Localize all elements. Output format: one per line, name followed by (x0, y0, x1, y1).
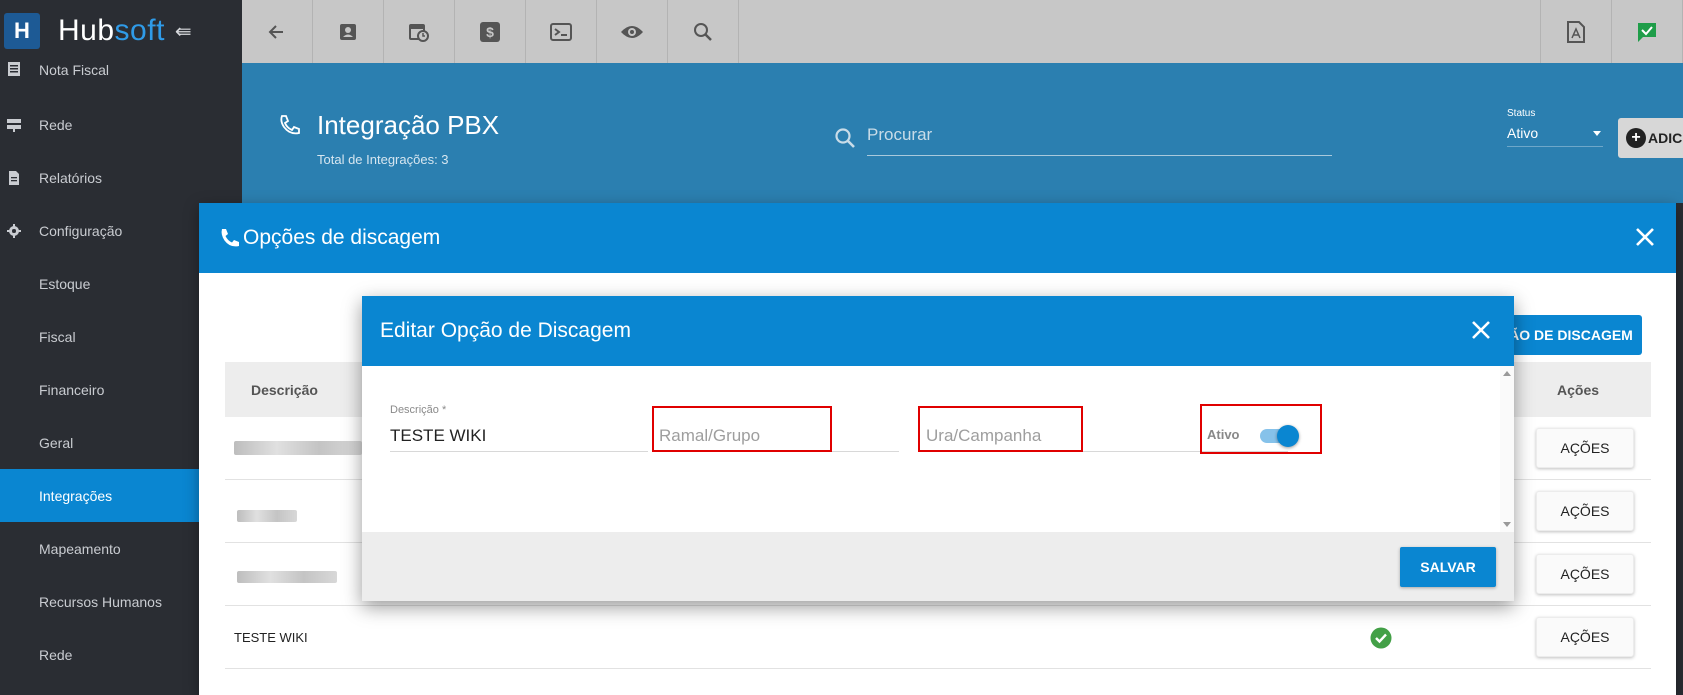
sidebar-item-label: Integrações (39, 487, 113, 504)
edit-modal-footer: SALVAR (362, 532, 1514, 601)
add-button-label: ADIC (1648, 130, 1683, 146)
status-select[interactable]: Ativo (1507, 125, 1603, 147)
gear-icon (7, 223, 21, 238)
column-header-acoes: Ações (1557, 381, 1600, 398)
scroll-down-icon[interactable] (1503, 522, 1511, 527)
terminal-icon[interactable] (526, 0, 597, 63)
descricao-label: Descrição * (390, 404, 447, 416)
sidebar-item-label: Nota Fiscal (39, 62, 110, 78)
row-description: TESTE WIKI (234, 630, 308, 645)
top-toolbar: $ (242, 0, 1683, 63)
phone-icon (280, 115, 300, 135)
scrollbar[interactable] (1500, 366, 1514, 532)
actions-button[interactable]: AÇÕES (1536, 554, 1634, 594)
search-icon (835, 128, 855, 148)
scroll-up-icon[interactable] (1503, 371, 1511, 376)
phone-icon (221, 229, 239, 247)
caret-down-icon (1593, 131, 1601, 136)
collapse-menu-icon[interactable]: ⇚ (175, 19, 192, 44)
sidebar-item-label: Rede (39, 116, 73, 133)
edit-dial-option-modal: Editar Opção de Discagem Descrição * TES… (362, 296, 1514, 601)
sidebar-item-label: Geral (39, 434, 74, 451)
eye-icon[interactable] (597, 0, 668, 63)
actions-button[interactable]: AÇÕES (1536, 491, 1634, 531)
add-button[interactable]: + ADIC (1618, 118, 1683, 158)
brand[interactable]: H Hubsoft ⇚ (0, 0, 242, 62)
blurred-description (237, 571, 337, 583)
add-dial-option-button[interactable]: ÃO DE DISCAGEM (1500, 315, 1642, 355)
sidebar-item-label: Relatórios (39, 169, 103, 186)
page-header: Integração PBX Total de Integrações: 3 P… (242, 63, 1683, 203)
status-value: Ativo (1507, 125, 1539, 141)
plus-icon: + (1626, 128, 1646, 148)
sidebar-item-label: Financeiro (39, 381, 105, 398)
highlight-box (918, 406, 1083, 452)
blurred-description (237, 510, 297, 522)
sidebar-item-label: Rede (39, 646, 73, 663)
report-icon (9, 170, 19, 185)
search-icon[interactable] (668, 0, 739, 63)
status-label: Status (1507, 108, 1536, 119)
network-icon (7, 118, 21, 132)
save-button[interactable]: SALVAR (1400, 547, 1496, 587)
sidebar-item-label: Configuração (39, 222, 123, 239)
edit-modal-header: Editar Opção de Discagem (362, 296, 1514, 366)
toolbar-spacer (739, 0, 1541, 63)
descricao-input[interactable]: TESTE WIKI (390, 426, 648, 452)
sidebar-item-label: Mapeamento (39, 540, 121, 557)
calendar-clock-icon[interactable] (384, 0, 455, 63)
dial-options-modal-header: Opções de discagem (199, 203, 1676, 273)
brand-name: Hubsoft (58, 14, 165, 48)
edit-modal-body: Descrição * TESTE WIKI Ramal/Grupo Ura/C… (362, 366, 1514, 532)
sidebar-item-label: Recursos Humanos (39, 593, 162, 610)
column-header-descricao: Descrição (251, 381, 318, 398)
dial-options-modal-title: Opções de discagem (243, 226, 441, 249)
edit-modal-title: Editar Opção de Discagem (380, 319, 631, 342)
table-row: TESTE WIKI AÇÕES (225, 606, 1651, 669)
check-circle-icon (1370, 627, 1392, 649)
close-icon[interactable] (1470, 319, 1492, 341)
contact-card-icon[interactable] (313, 0, 384, 63)
page-subtitle: Total de Integrações: 3 (317, 152, 449, 167)
sidebar-item-relatorios[interactable]: Relatórios (0, 151, 242, 204)
brand-logo: H (4, 13, 40, 49)
document-icon (8, 62, 20, 76)
pdf-icon[interactable] (1541, 0, 1612, 63)
blurred-description (234, 441, 362, 455)
search-input[interactable]: Procurar (867, 125, 1332, 156)
brand-name-part2: soft (114, 14, 165, 47)
highlight-box (1200, 404, 1322, 454)
svg-text:$: $ (486, 24, 494, 40)
back-arrow-icon[interactable] (242, 0, 313, 63)
brand-name-part1: Hub (58, 14, 115, 47)
actions-button[interactable]: AÇÕES (1536, 617, 1634, 657)
sidebar-item-label: Fiscal (39, 328, 76, 345)
dollar-icon[interactable]: $ (455, 0, 526, 63)
sidebar-item-rede[interactable]: Rede (0, 98, 242, 151)
close-icon[interactable] (1634, 226, 1656, 248)
highlight-box (652, 406, 832, 452)
actions-button[interactable]: AÇÕES (1536, 428, 1634, 468)
sidebar-item-nota-fiscal[interactable]: Nota Fiscal (0, 62, 242, 86)
sidebar-item-label: Estoque (39, 275, 91, 292)
chat-check-icon[interactable] (1612, 0, 1683, 63)
page-title: Integração PBX (317, 110, 500, 140)
